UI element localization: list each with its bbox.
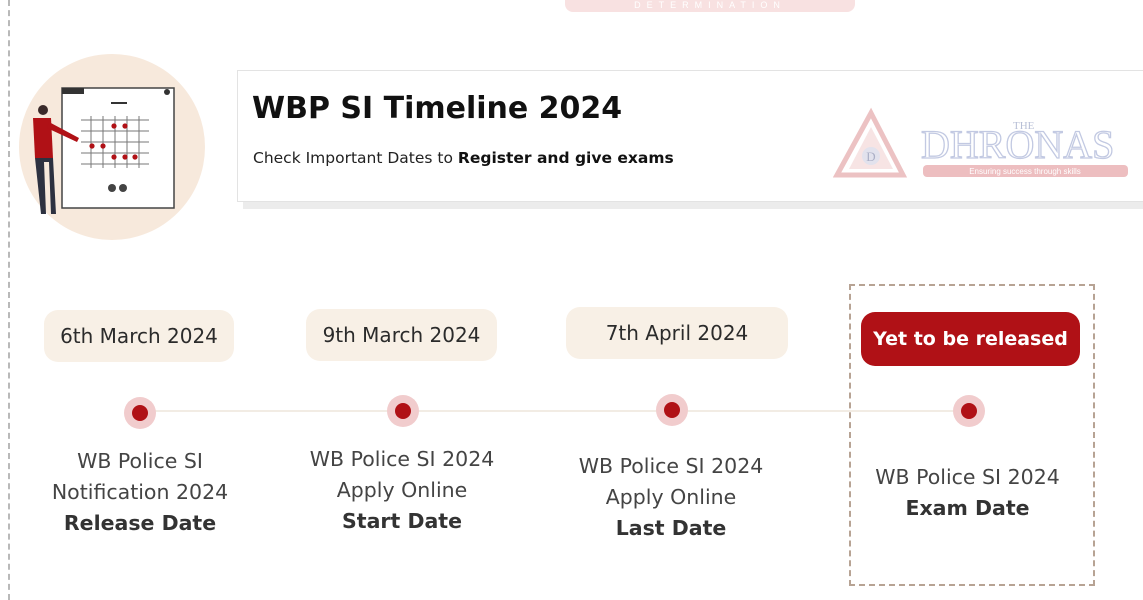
date-pill-exam: Yet to be released (861, 312, 1080, 366)
milestone-label: Exam Date (905, 496, 1030, 520)
logo-badge-letter: D (866, 149, 875, 164)
milestone-line1: WB Police SI (77, 449, 203, 473)
milestone-line1: WB Police SI 2024 (309, 447, 495, 471)
presenter-board-icon (33, 87, 175, 214)
date-pill-start: 9th March 2024 (306, 309, 497, 361)
milestone-description: WB Police SI 2024 Apply Online Last Date (561, 451, 781, 544)
subtitle-emphasis: Register and give exams (457, 149, 674, 167)
milestone-label: Release Date (63, 511, 217, 535)
triangle-logo-icon: D THE DHRONAS Ensuring success through s… (832, 107, 1128, 178)
page-subtitle: Check Important Dates to Register and gi… (253, 149, 674, 167)
milestone-line1: WB Police SI 2024 (578, 454, 764, 478)
subtitle-text: Check Important Dates to (253, 149, 458, 167)
milestone-description: WB Police SI 2024 Exam Date (855, 462, 1080, 524)
timeline-dot (953, 395, 985, 427)
presentation-illustration (19, 54, 205, 240)
milestone-label: Start Date (342, 509, 462, 533)
milestone-description: WB Police SI Notification 2024 Release D… (30, 446, 250, 539)
milestone-description: WB Police SI 2024 Apply Online Start Dat… (292, 444, 512, 537)
timeline-dot (124, 397, 156, 429)
dhronas-logo: D THE DHRONAS Ensuring success through s… (832, 103, 1133, 183)
milestone-line2: Apply Online (336, 478, 468, 502)
timeline-dot (656, 394, 688, 426)
timeline-dot (387, 395, 419, 427)
logo-tagline: Ensuring success through skills (969, 167, 1081, 176)
milestone-line2: Apply Online (605, 485, 737, 509)
date-pill-release: 6th March 2024 (44, 310, 234, 362)
timeline-line (139, 410, 969, 412)
milestone-line2: Notification 2024 (51, 480, 229, 504)
top-banner: DETERMINATION (565, 0, 855, 12)
page-title: WBP SI Timeline 2024 (252, 91, 623, 126)
date-pill-last: 7th April 2024 (566, 307, 788, 359)
logo-name: DHRONAS (921, 122, 1114, 167)
milestone-label: Last Date (615, 516, 727, 540)
left-dashed-divider (8, 0, 10, 600)
milestone-line1: WB Police SI 2024 (875, 465, 1060, 489)
